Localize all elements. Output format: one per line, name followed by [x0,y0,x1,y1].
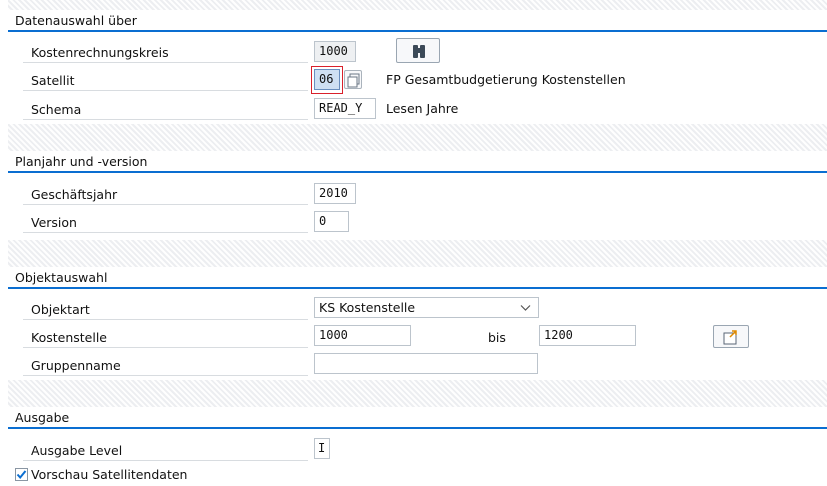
cost-center-label: Kostenstelle [23,327,308,348]
chevron-down-icon [520,305,531,311]
output-level-field[interactable]: I [314,438,330,459]
schema-field[interactable]: READ_Y [314,98,376,119]
fiscal-year-label: Geschäftsjahr [23,184,308,205]
satellite-field[interactable]: 06 [314,69,340,90]
version-field[interactable]: 0 [314,211,349,232]
multiple-selection-icon [723,330,737,345]
hatch-band [8,240,827,267]
cost-center-from-field[interactable]: 1000 [314,325,411,346]
fiscal-year-field[interactable]: 2010 [314,183,356,204]
satellite-description: FP Gesamtbudgetierung Kostenstellen [386,72,626,87]
section-header-data-selection: Datenauswahl über [8,10,827,32]
section-header-objects: Objektauswahl [8,267,827,289]
preview-checkbox-row[interactable]: Vorschau Satellitendaten [15,465,187,483]
hatch-band [8,380,827,407]
section-header-plan: Planjahr und -version [8,151,827,173]
object-type-label: Objektart [23,299,308,320]
checkbox-checked-icon[interactable] [15,467,28,481]
schema-label: Schema [23,99,308,120]
binoculars-button[interactable] [396,38,440,63]
schema-description: Lesen Jahre [386,101,459,116]
value-help-button[interactable] [344,70,362,89]
section-title: Objektauswahl [15,270,108,285]
section-title: Ausgabe [15,410,70,425]
satellite-label: Satellit [23,70,308,91]
object-type-value: KS Kostenstelle [319,300,416,315]
controlling-area-field[interactable]: 1000 [314,41,356,62]
binoculars-icon [413,45,425,58]
hatch-band [8,0,827,10]
section-title: Planjahr und -version [15,154,148,169]
output-level-label: Ausgabe Level [23,440,308,461]
copy-icon [347,73,360,88]
group-name-field[interactable] [314,353,538,374]
controlling-area-label: Kostenrechnungskreis [23,42,308,63]
group-name-label: Gruppenname [23,355,308,376]
object-type-dropdown[interactable]: KS Kostenstelle [314,297,539,318]
hatch-band [8,124,827,151]
version-label: Version [23,212,308,233]
multiple-selection-button[interactable] [713,325,749,348]
section-header-output: Ausgabe [8,407,827,429]
preview-label: Vorschau Satellitendaten [31,466,188,482]
cost-center-to-field[interactable]: 1200 [539,325,636,346]
to-label: bis [488,330,506,345]
section-title: Datenauswahl über [15,13,137,28]
